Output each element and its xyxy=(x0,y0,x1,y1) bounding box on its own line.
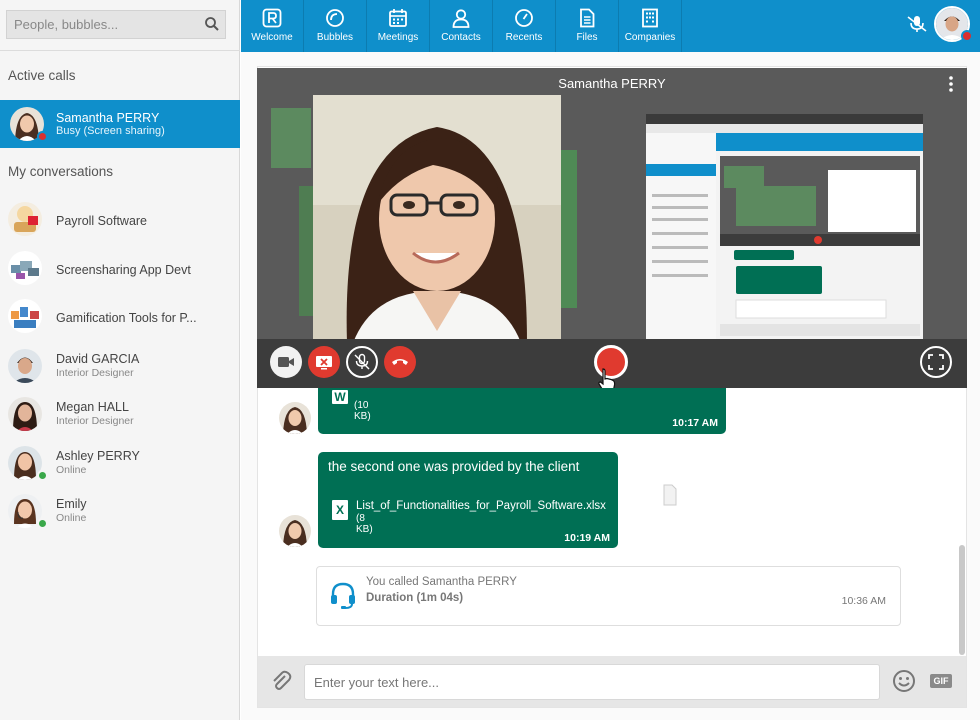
bubbles-icon xyxy=(326,9,344,27)
screen-share-video xyxy=(646,114,923,339)
search-box xyxy=(6,10,226,39)
call-duration: Duration (1m 04s) xyxy=(366,592,464,604)
conversation-name: David GARCIA xyxy=(56,352,140,366)
hang-up-icon[interactable] xyxy=(384,346,416,378)
nav-label: Contacts xyxy=(441,32,481,43)
microphone-toggle-icon[interactable] xyxy=(907,15,927,38)
conversation-item-megan-hall[interactable]: Megan HALL Interior Designer xyxy=(0,391,240,437)
conversation-item-screensharing-app-devt[interactable]: Screensharing App Devt xyxy=(0,247,240,293)
nav-label: Companies xyxy=(624,32,676,43)
nav-meetings[interactable]: Meetings xyxy=(367,0,429,52)
search-icon[interactable] xyxy=(204,16,220,32)
nav-separator xyxy=(681,0,682,52)
video-artifact xyxy=(271,108,311,168)
online-status-dot xyxy=(37,518,48,529)
call-log-card: You called Samantha PERRY Duration (1m 0… xyxy=(316,566,901,626)
gif-button[interactable]: GIF xyxy=(930,674,952,688)
active-call-status: Busy (Screen sharing) xyxy=(56,125,165,137)
file-icon xyxy=(580,8,595,28)
headset-icon xyxy=(330,582,356,615)
fullscreen-icon[interactable] xyxy=(920,346,952,378)
more-options-icon[interactable] xyxy=(949,76,953,97)
avatar xyxy=(8,349,42,383)
call-time: 10:36 AM xyxy=(841,595,886,607)
sidebar: Active calls Samantha PERRY Busy (Screen… xyxy=(0,0,240,720)
file-ghost-icon xyxy=(663,484,677,511)
nav-recents[interactable]: Recents xyxy=(493,0,555,52)
conversations-title: My conversations xyxy=(8,164,114,179)
excel-document-icon: X xyxy=(332,500,348,520)
remote-camera-video xyxy=(313,95,561,343)
video-call-title: Samantha PERRY xyxy=(558,76,666,91)
video-call-area: Samantha PERRY xyxy=(257,68,967,388)
message-time: 10:17 AM xyxy=(672,417,718,429)
nav-label: Bubbles xyxy=(316,32,354,43)
conversation-name: Payroll Software xyxy=(56,214,148,228)
word-document-icon: W xyxy=(332,390,348,404)
call-log-title: You called Samantha PERRY xyxy=(366,576,517,588)
online-status-dot xyxy=(37,470,48,481)
scrollbar[interactable] xyxy=(959,545,965,655)
avatar xyxy=(8,397,42,431)
file-name: List_of_Functionalities_for_Payroll_Soft… xyxy=(356,500,606,512)
bubble-avatar-icon xyxy=(8,202,42,236)
stop-share-icon[interactable] xyxy=(308,346,340,378)
nav-contacts[interactable]: Contacts xyxy=(430,0,492,52)
busy-status-dot xyxy=(37,131,48,142)
conversation-name: Megan HALL xyxy=(56,400,129,414)
calendar-icon xyxy=(389,9,407,27)
file-size: (8 KB) xyxy=(356,513,373,535)
message-bubble: W (10 KB) 10:17 AM xyxy=(318,388,726,434)
conversation-subtitle: Online xyxy=(56,512,87,524)
conversation-name: Emily xyxy=(56,497,87,511)
message-composer: GIF xyxy=(258,656,966,707)
search-input[interactable] xyxy=(7,11,197,38)
nav-files[interactable]: Files xyxy=(556,0,618,52)
conversation-name: Gamification Tools for P... xyxy=(56,311,197,325)
active-call-name: Samantha PERRY xyxy=(56,111,160,125)
divider xyxy=(0,50,240,51)
paperclip-icon[interactable] xyxy=(270,670,292,697)
nav-label: Recents xyxy=(505,32,543,43)
active-calls-title: Active calls xyxy=(8,68,76,83)
conversation-item-emily[interactable]: Emily Online xyxy=(0,488,240,534)
bubble-avatar-icon xyxy=(8,251,42,285)
conversation-item-payroll-software[interactable]: Payroll Software xyxy=(0,198,240,244)
conversation-item-ashley-perry[interactable]: Ashley PERRY Online xyxy=(0,440,240,486)
video-camera-icon[interactable] xyxy=(270,346,302,378)
nav-label: Meetings xyxy=(377,32,419,43)
building-icon xyxy=(642,8,658,28)
emoji-icon[interactable] xyxy=(892,669,916,698)
avatar xyxy=(279,515,311,547)
nav-welcome[interactable]: Welcome xyxy=(241,0,303,52)
video-artifact xyxy=(559,150,577,308)
avatar xyxy=(279,402,311,434)
message-input[interactable] xyxy=(304,664,880,700)
conversation-subtitle: Online xyxy=(56,464,87,476)
top-navigation-bar: Welcome Bubbles Meetings Contacts Recent… xyxy=(241,0,980,52)
nav-label: Welcome xyxy=(251,32,293,43)
file-size: (10 KB) xyxy=(354,400,371,422)
conversation-item-david-garcia[interactable]: David GARCIA Interior Designer xyxy=(0,343,240,389)
clock-icon xyxy=(515,9,533,27)
conversation-item-gamification-tools[interactable]: Gamification Tools for P... xyxy=(0,295,240,341)
person-icon xyxy=(452,9,470,28)
bubble-avatar-icon xyxy=(8,299,42,333)
conversation-subtitle: Interior Designer xyxy=(56,415,134,427)
conversation-subtitle: Interior Designer xyxy=(56,367,134,379)
active-call-item[interactable]: Samantha PERRY Busy (Screen sharing) xyxy=(0,100,240,148)
mute-microphone-icon[interactable] xyxy=(346,346,378,378)
conversation-name: Screensharing App Devt xyxy=(56,263,191,277)
message-time: 10:19 AM xyxy=(564,532,610,544)
nav-bubbles[interactable]: Bubbles xyxy=(304,0,366,52)
rainbow-logo-icon xyxy=(262,8,282,28)
nav-label: Files xyxy=(576,32,598,43)
conversation-name: Ashley PERRY xyxy=(56,449,140,463)
nav-companies[interactable]: Companies xyxy=(619,0,681,52)
message-text: the second one was provided by the clien… xyxy=(328,459,580,474)
busy-status-dot xyxy=(961,30,973,42)
message-bubble: the second one was provided by the clien… xyxy=(318,452,618,548)
